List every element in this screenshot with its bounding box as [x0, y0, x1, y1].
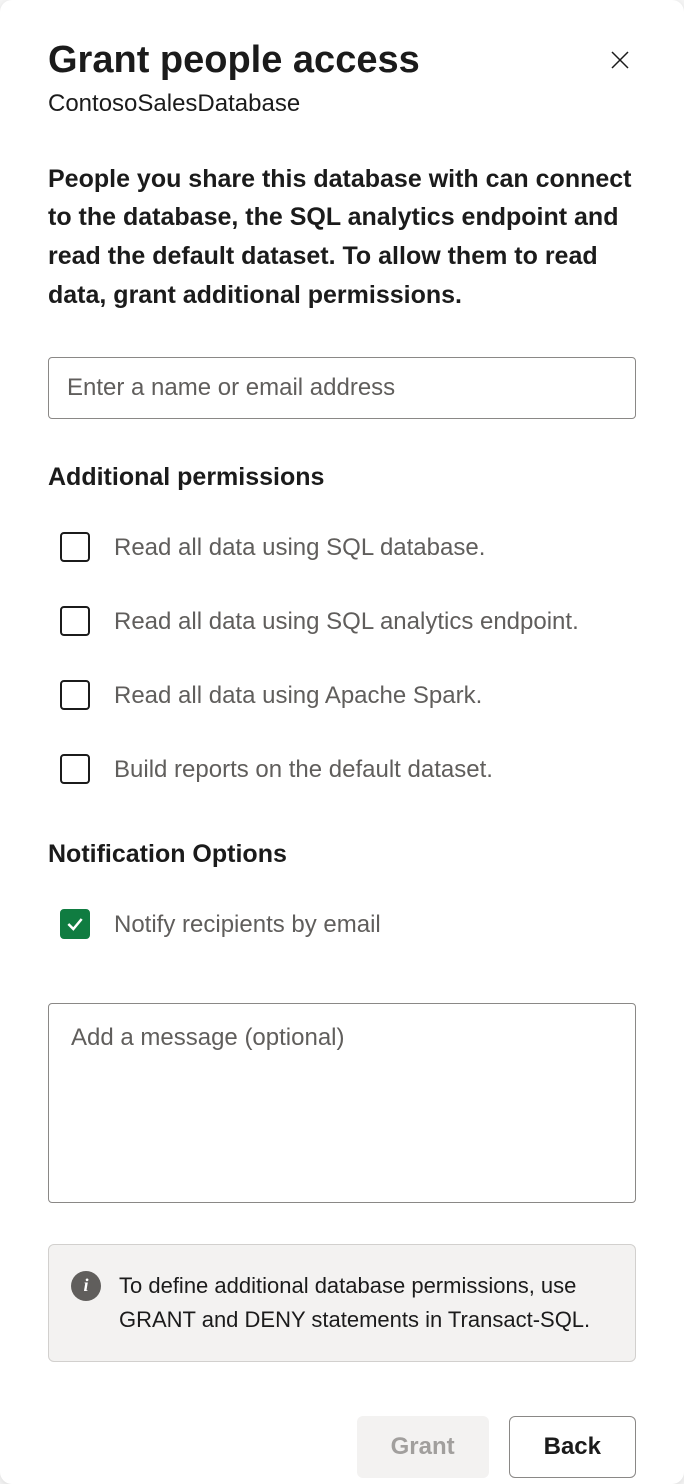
checkbox-label: Read all data using SQL database.: [114, 530, 485, 566]
name-email-input[interactable]: [48, 357, 636, 419]
additional-permissions-heading: Additional permissions: [48, 463, 636, 492]
notification-options-list: Notify recipients by email: [48, 899, 636, 951]
back-button[interactable]: Back: [509, 1416, 636, 1478]
checkbox-icon: [60, 909, 90, 939]
notify-recipients-checkbox[interactable]: Notify recipients by email: [48, 899, 636, 951]
info-icon: i: [71, 1271, 101, 1301]
checkbox-label: Read all data using Apache Spark.: [114, 678, 482, 714]
permission-checkbox-build-reports[interactable]: Build reports on the default dataset.: [48, 744, 636, 796]
permission-checkbox-sql-database[interactable]: Read all data using SQL database.: [48, 522, 636, 574]
checkbox-label: Build reports on the default dataset.: [114, 752, 493, 788]
checkbox-icon: [60, 606, 90, 636]
grant-button[interactable]: Grant: [357, 1416, 489, 1478]
permission-checkbox-apache-spark[interactable]: Read all data using Apache Spark.: [48, 670, 636, 722]
notification-options-heading: Notification Options: [48, 840, 636, 869]
checkbox-icon: [60, 754, 90, 784]
checkbox-label: Notify recipients by email: [114, 907, 381, 943]
dialog-header: Grant people access: [48, 38, 636, 84]
close-icon: [608, 48, 632, 72]
checkbox-label: Read all data using SQL analytics endpoi…: [114, 604, 579, 640]
grant-access-dialog: Grant people access ContosoSalesDatabase…: [0, 0, 684, 1484]
dialog-title: Grant people access: [48, 38, 420, 84]
info-banner: i To define additional database permissi…: [48, 1244, 636, 1362]
permission-checkbox-sql-analytics[interactable]: Read all data using SQL analytics endpoi…: [48, 596, 636, 648]
message-textarea[interactable]: [48, 1003, 636, 1203]
close-button[interactable]: [604, 44, 636, 79]
dialog-subtitle: ContosoSalesDatabase: [48, 90, 636, 118]
additional-permissions-list: Read all data using SQL database. Read a…: [48, 522, 636, 796]
dialog-description: People you share this database with can …: [48, 160, 636, 315]
info-banner-text: To define additional database permission…: [119, 1269, 613, 1337]
dialog-footer-buttons: Grant Back: [48, 1416, 636, 1478]
checkbox-icon: [60, 680, 90, 710]
checkbox-icon: [60, 532, 90, 562]
